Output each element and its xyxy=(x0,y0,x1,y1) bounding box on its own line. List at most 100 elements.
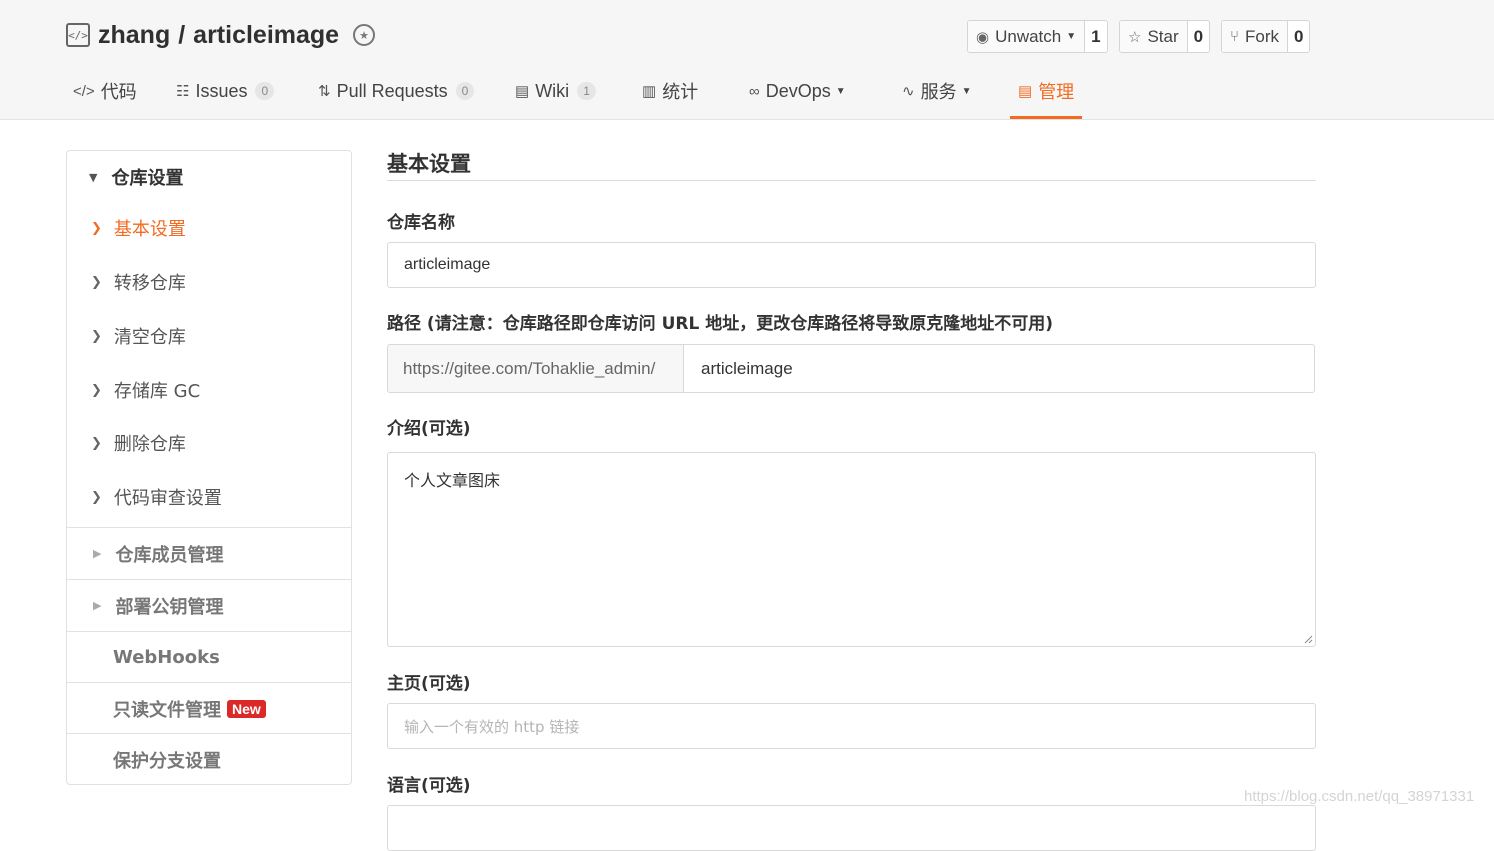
repo-owner-link[interactable]: zhang xyxy=(98,21,170,50)
recommend-badge-icon[interactable]: ★ xyxy=(353,24,376,46)
tab-manage-label: 管理 xyxy=(1038,82,1075,102)
star-button-group[interactable]: ☆ Star 0 xyxy=(1119,20,1211,53)
tab-wiki[interactable]: ▤ Wiki 1 xyxy=(515,62,596,120)
chevron-right-icon: ❯ xyxy=(91,220,102,236)
star-label: Star xyxy=(1147,26,1179,46)
sidebar-item-label: 存储库 GC xyxy=(113,381,201,402)
sidebar-item-clear-repo[interactable]: ❯ 清空仓库 xyxy=(67,315,351,357)
tab-stats[interactable]: ▥ 统计 xyxy=(642,62,698,120)
sidebar-section-webhooks[interactable]: WebHooks xyxy=(67,631,351,683)
star-count[interactable]: 0 xyxy=(1186,21,1210,52)
pulse-icon: ∿ xyxy=(902,83,915,100)
tab-wiki-label: Wiki xyxy=(535,80,570,101)
repo-name-value: articleimage xyxy=(404,256,491,273)
caret-down-icon: ▼ xyxy=(89,170,98,184)
sidebar-group-repo-settings[interactable]: ▼ 仓库设置 xyxy=(67,151,351,203)
sidebar-item-delete-repo[interactable]: ❯ 删除仓库 xyxy=(67,422,351,464)
sidebar-section-deploy-keys[interactable]: ▶ 部署公钥管理 xyxy=(67,579,351,631)
homepage-label: 主页(可选) xyxy=(387,674,471,694)
issues-icon: ☷ xyxy=(176,83,190,100)
watermark: https://blog.csdn.net/qq_38971331 xyxy=(1244,788,1475,805)
active-tab-indicator xyxy=(1010,116,1082,119)
intro-textarea[interactable]: 个人文章图床 xyxy=(387,452,1316,647)
intro-label: 介绍(可选) xyxy=(387,419,471,439)
tab-services[interactable]: ∿ 服务 ▼ xyxy=(902,62,971,120)
tab-issues[interactable]: ☷ Issues 0 xyxy=(176,62,275,120)
repo-name-input[interactable]: articleimage xyxy=(387,242,1316,288)
path-prefix: https://gitee.com/Tohaklie_admin/ xyxy=(388,345,684,392)
star-icon: ☆ xyxy=(1128,28,1142,46)
path-label: 路径 (请注意：仓库路径即仓库访问 URL 地址，更改仓库路径将导致原克隆地址不… xyxy=(387,314,1054,334)
unwatch-button[interactable]: ◉ Unwatch ▼ xyxy=(968,21,1085,52)
tab-services-label: 服务 xyxy=(920,82,957,102)
code-icon: </> xyxy=(73,82,95,100)
star-button[interactable]: ☆ Star xyxy=(1120,21,1187,52)
repo-code-icon: </> xyxy=(66,23,90,47)
sidebar-item-label: 代码审查设置 xyxy=(113,488,222,509)
sidebar-section-label: 部署公钥管理 xyxy=(115,596,224,618)
path-value: articleimage xyxy=(701,358,793,378)
intro-value: 个人文章图床 xyxy=(404,471,501,490)
language-select[interactable] xyxy=(387,805,1316,851)
repo-header: </> zhang / articleimage ★ ◉ Unwatch ▼ 1… xyxy=(0,0,1494,120)
sidebar-section-label: 只读文件管理 xyxy=(113,699,221,721)
sidebar-group-label: 仓库设置 xyxy=(111,168,184,189)
fork-label: Fork xyxy=(1245,26,1280,46)
sidebar-item-storage-gc[interactable]: ❯ 存储库 GC xyxy=(67,369,351,411)
sidebar-item-transfer-repo[interactable]: ❯ 转移仓库 xyxy=(67,261,351,303)
unwatch-label: Unwatch xyxy=(995,26,1062,46)
repo-name-link[interactable]: articleimage xyxy=(193,21,339,50)
fork-count[interactable]: 0 xyxy=(1287,21,1310,52)
homepage-input[interactable]: 输入一个有效的 http 链接 xyxy=(387,703,1316,749)
tab-wiki-count: 1 xyxy=(577,82,596,100)
tab-devops[interactable]: ∞ DevOps ▼ xyxy=(749,62,846,120)
tab-stats-label: 统计 xyxy=(662,82,699,102)
eye-icon: ◉ xyxy=(976,28,990,46)
infinity-icon: ∞ xyxy=(749,82,760,100)
caret-right-icon: ▶ xyxy=(93,547,102,560)
sidebar-item-label: 删除仓库 xyxy=(113,434,186,455)
fork-button[interactable]: ⑂ Fork xyxy=(1222,21,1288,52)
sidebar-section-members[interactable]: ▶ 仓库成员管理 xyxy=(67,527,351,579)
tab-code[interactable]: </> 代码 xyxy=(73,62,137,120)
book-icon: ▤ xyxy=(515,83,530,100)
sidebar-item-label: 转移仓库 xyxy=(113,273,186,294)
settings-doc-icon: ▤ xyxy=(1018,83,1033,100)
pull-request-icon: ⇅ xyxy=(318,83,331,100)
repo-separator: / xyxy=(178,20,186,49)
tab-pull-requests-label: Pull Requests xyxy=(336,80,448,101)
settings-sidebar: ▼ 仓库设置 ❯ 基本设置 ❯ 转移仓库 ❯ 清空仓库 ❯ 存储库 GC ❯ 删… xyxy=(66,150,352,785)
sidebar-section-label: 保护分支设置 xyxy=(113,750,221,772)
tab-issues-label: Issues xyxy=(195,80,248,101)
caret-right-icon: ▶ xyxy=(93,599,102,612)
fork-button-group[interactable]: ⑂ Fork 0 xyxy=(1221,20,1311,53)
repo-name-label: 仓库名称 xyxy=(387,213,455,233)
chevron-right-icon: ❯ xyxy=(91,382,102,398)
sidebar-item-code-review-settings[interactable]: ❯ 代码审查设置 xyxy=(67,476,351,518)
sidebar-item-basic-settings[interactable]: ❯ 基本设置 xyxy=(67,207,351,249)
title-divider xyxy=(387,180,1316,181)
caret-down-icon: ▼ xyxy=(1066,31,1077,42)
homepage-placeholder: 输入一个有效的 http 链接 xyxy=(404,717,580,736)
sidebar-section-label: WebHooks xyxy=(113,647,220,668)
sidebar-section-readonly-files[interactable]: 只读文件管理 New xyxy=(67,682,351,734)
path-input-group: https://gitee.com/Tohaklie_admin/ articl… xyxy=(387,344,1315,393)
tab-code-label: 代码 xyxy=(100,82,137,102)
sidebar-item-label: 基本设置 xyxy=(113,219,186,240)
chevron-right-icon: ❯ xyxy=(91,328,102,344)
chevron-right-icon: ❯ xyxy=(91,274,102,290)
sidebar-section-protected-branches[interactable]: 保护分支设置 xyxy=(67,733,351,785)
repo-title: </> zhang / articleimage ★ xyxy=(66,18,376,52)
chevron-right-icon: ❯ xyxy=(91,435,102,451)
tab-manage[interactable]: ▤ 管理 xyxy=(1018,62,1074,120)
sidebar-section-label: 仓库成员管理 xyxy=(115,544,224,566)
tab-devops-label: DevOps xyxy=(765,80,831,101)
resize-grip-icon[interactable] xyxy=(1303,634,1313,644)
language-label: 语言(可选) xyxy=(387,776,471,796)
caret-down-icon: ▼ xyxy=(961,85,972,97)
watch-button-group[interactable]: ◉ Unwatch ▼ 1 xyxy=(967,20,1108,53)
path-input[interactable]: articleimage xyxy=(684,345,1314,392)
new-badge: New xyxy=(227,699,266,718)
tab-pull-requests[interactable]: ⇅ Pull Requests 0 xyxy=(318,62,475,120)
watch-count[interactable]: 1 xyxy=(1084,21,1107,52)
